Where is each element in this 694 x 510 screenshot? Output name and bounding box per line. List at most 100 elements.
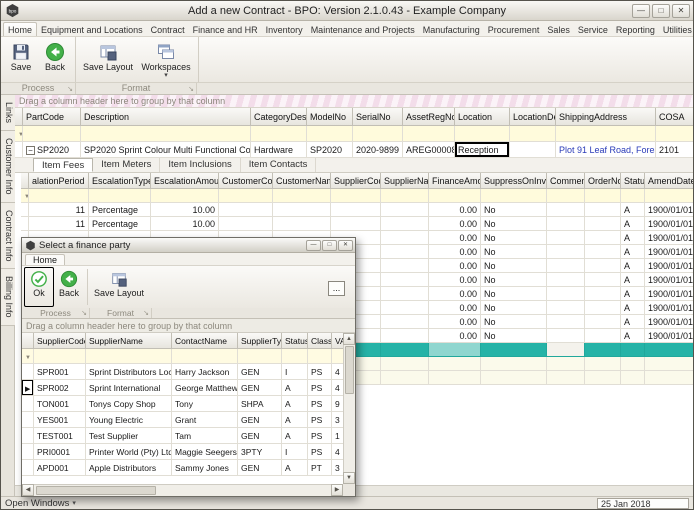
grid-cell[interactable]: I — [282, 364, 308, 380]
grid-cell[interactable] — [21, 203, 29, 217]
grid-cell[interactable] — [585, 287, 621, 301]
grid-cell[interactable]: No — [481, 259, 547, 273]
grid-cell[interactable] — [331, 203, 381, 217]
column-header[interactable]: SupplierCode — [34, 333, 86, 349]
grid-cell[interactable]: A — [621, 203, 645, 217]
grid-cell[interactable] — [22, 428, 34, 444]
grid-cell[interactable]: 1900/01/01 — [645, 245, 693, 259]
grid-cell[interactable]: Sprint Distributors Local — [86, 364, 172, 380]
grid-cell[interactable] — [585, 259, 621, 273]
grid-cell[interactable] — [481, 371, 547, 385]
column-header[interactable]: ContactName — [172, 333, 238, 349]
grid-cell[interactable]: 0.00 — [429, 259, 481, 273]
grid-cell[interactable]: 1 — [332, 428, 343, 444]
grid-cell[interactable] — [81, 126, 251, 142]
scroll-left-icon[interactable]: ◀ — [22, 484, 34, 496]
grid-cell[interactable]: A — [282, 380, 308, 396]
grid-cell[interactable]: YES001 — [34, 412, 86, 428]
grid-cell[interactable]: GEN — [238, 380, 282, 396]
grid-cell[interactable] — [547, 245, 585, 259]
minimize-icon[interactable]: — — [632, 4, 650, 18]
ribbon-tab-contract[interactable]: Contract — [147, 23, 189, 36]
grid-cell[interactable]: 3PTY — [238, 444, 282, 460]
grid-cell[interactable] — [585, 189, 621, 203]
grid-cell[interactable] — [238, 349, 282, 364]
ribbon-tab-sales[interactable]: Sales — [543, 23, 574, 36]
grid-cell[interactable] — [86, 349, 172, 364]
save-button[interactable]: Save — [4, 39, 38, 80]
grid-cell[interactable] — [22, 444, 34, 460]
grid-cell[interactable] — [547, 301, 585, 315]
grid-cell[interactable]: 3 — [332, 460, 343, 476]
column-header[interactable]: PartCode — [23, 108, 81, 126]
tab-item-inclusions[interactable]: Item Inclusions — [160, 158, 240, 172]
grid-cell[interactable]: Test Supplier — [86, 428, 172, 444]
column-header[interactable]: AssetRegNo — [403, 108, 455, 126]
grid-cell[interactable] — [273, 189, 331, 203]
grid-cell[interactable] — [251, 126, 307, 142]
ribbon-tab-procurement[interactable]: Procurement — [484, 23, 544, 36]
grid-cell[interactable] — [547, 217, 585, 231]
grid-cell[interactable]: GEN — [238, 460, 282, 476]
grid-cell[interactable]: PS — [308, 428, 332, 444]
table-row[interactable]: ▼ — [21, 189, 693, 203]
grid-cell[interactable] — [621, 371, 645, 385]
grid-cell[interactable] — [656, 126, 693, 142]
grid-cell[interactable]: TON001 — [34, 396, 86, 412]
grid-cell[interactable]: No — [481, 203, 547, 217]
maximize-icon[interactable]: □ — [652, 4, 670, 18]
grid-cell[interactable] — [645, 357, 693, 371]
grid-cell[interactable] — [332, 349, 343, 364]
column-header[interactable]: EscalationType — [89, 173, 151, 189]
grid-cell[interactable]: A — [282, 428, 308, 444]
column-header[interactable]: COSA — [656, 108, 693, 126]
grid-cell[interactable]: 0.00 — [429, 329, 481, 343]
tab-item-contacts[interactable]: Item Contacts — [241, 158, 317, 172]
grid-cell[interactable] — [34, 349, 86, 364]
grid-cell[interactable]: 0.00 — [429, 217, 481, 231]
grid-cell[interactable]: SHPA — [238, 396, 282, 412]
ellipsis-editor-button[interactable]: ... — [328, 281, 345, 296]
grid-cell[interactable]: PS — [308, 444, 332, 460]
table-row[interactable]: 11Percentage10.000.00NoA1900/01/01 — [21, 203, 693, 217]
grid-cell[interactable]: PT — [308, 460, 332, 476]
grid-cell[interactable] — [510, 126, 556, 142]
grid-cell[interactable] — [22, 460, 34, 476]
grid-cell[interactable]: AREG000083 — [403, 142, 455, 158]
column-header[interactable]: OrderNo — [585, 173, 621, 189]
grid-cell[interactable]: A — [282, 460, 308, 476]
grid-cell[interactable] — [510, 142, 556, 158]
sidebar-item-contract-info[interactable]: Contract Info — [1, 203, 15, 270]
table-row[interactable]: −SP2020SP2020 Sprint Colour Multi Functi… — [15, 142, 693, 158]
column-header[interactable]: Location — [455, 108, 510, 126]
grid-cell[interactable] — [547, 259, 585, 273]
grid-cell[interactable] — [307, 126, 353, 142]
grid-cell[interactable] — [282, 349, 308, 364]
grid-cell[interactable] — [585, 315, 621, 329]
scrollbar-thumb[interactable] — [36, 486, 156, 495]
grid-cell[interactable]: I — [282, 444, 308, 460]
grid-cell[interactable]: ▼ — [21, 189, 29, 203]
grid-cell[interactable] — [481, 357, 547, 371]
grid-cell[interactable]: 1900/01/01 — [645, 287, 693, 301]
grid-cell[interactable]: 11 — [29, 217, 89, 231]
column-header[interactable]: Status — [282, 333, 308, 349]
ribbon-tab-inventory[interactable]: Inventory — [262, 23, 307, 36]
grid-cell[interactable] — [585, 329, 621, 343]
table-row[interactable]: TON001Tonys Copy ShopTonySHPAAPS9 — [22, 396, 343, 412]
grid-cell[interactable]: 1900/01/01 — [645, 231, 693, 245]
grid-cell[interactable] — [429, 357, 481, 371]
grid-cell[interactable] — [381, 329, 429, 343]
grid-cell[interactable]: A — [621, 301, 645, 315]
grid-cell[interactable] — [89, 189, 151, 203]
grid-cell[interactable] — [585, 371, 621, 385]
grid-cell[interactable]: 11 — [29, 203, 89, 217]
grid-cell[interactable] — [353, 126, 403, 142]
maximize-icon[interactable]: □ — [322, 240, 337, 251]
grid-cell[interactable]: 0.00 — [429, 203, 481, 217]
grid-cell[interactable]: No — [481, 217, 547, 231]
grid-cell[interactable]: A — [621, 217, 645, 231]
grid-cell[interactable]: No — [481, 273, 547, 287]
grid-cell[interactable]: A — [621, 315, 645, 329]
grid-cell[interactable]: Percentage — [89, 203, 151, 217]
